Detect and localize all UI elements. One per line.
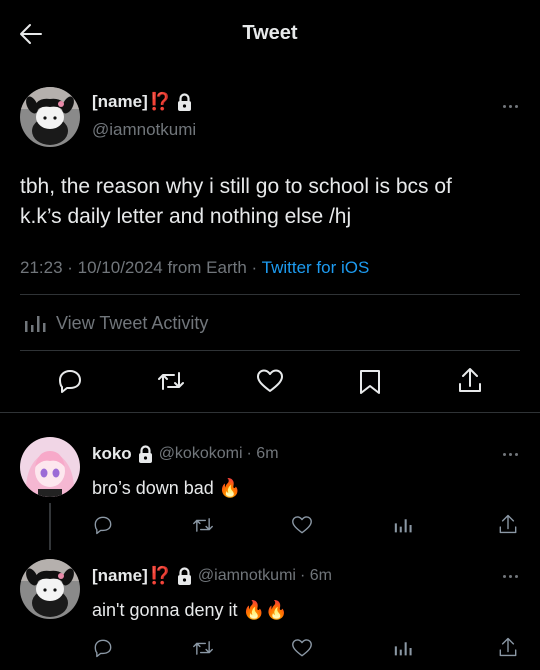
thread-line xyxy=(49,503,51,550)
avatar[interactable] xyxy=(20,87,80,147)
retweet-icon xyxy=(193,641,213,655)
reply-author-row: [name] ⁉️ @iamnotkumi · 6m xyxy=(92,566,332,586)
reply-author-row: koko @kokokomi · 6m xyxy=(92,444,279,464)
exclamation-question-emoji: ⁉️ xyxy=(149,92,171,111)
retweet-button[interactable] xyxy=(157,368,185,394)
exclamation-question-emoji: ⁉️ xyxy=(149,566,171,585)
reply-text: bro’s down bad 🔥 xyxy=(92,478,241,499)
reply-analytics-button[interactable] xyxy=(394,639,412,657)
reply-display-name[interactable]: [name] xyxy=(92,566,148,586)
reply-handle[interactable]: @iamnotkumi xyxy=(198,567,296,585)
reply-display-name[interactable]: koko xyxy=(92,444,132,464)
reply-share-button[interactable] xyxy=(498,636,518,658)
fire-emoji: 🔥🔥 xyxy=(242,600,288,620)
share-icon xyxy=(459,368,481,392)
reply-more-options-icon[interactable] xyxy=(503,575,518,578)
reply-reply-button[interactable] xyxy=(93,638,113,658)
reply-retweet-button[interactable] xyxy=(192,515,214,535)
reply-retweet-button[interactable] xyxy=(192,638,214,658)
heart-icon xyxy=(292,516,312,534)
retweet-icon xyxy=(158,372,184,390)
reply-icon xyxy=(59,370,81,393)
display-name[interactable]: [name] xyxy=(92,92,148,112)
divider xyxy=(20,294,520,295)
lock-icon xyxy=(177,93,191,111)
share-button[interactable] xyxy=(457,366,483,394)
meta-separator: · xyxy=(246,258,262,277)
divider xyxy=(0,412,540,413)
reply-reply-button[interactable] xyxy=(93,515,113,535)
view-tweet-activity[interactable]: View Tweet Activity xyxy=(24,312,208,334)
reply-text-body: bro’s down bad xyxy=(92,478,214,498)
reply-analytics-button[interactable] xyxy=(394,516,412,534)
page-title: Tweet xyxy=(242,22,298,44)
tweet-text: tbh, the reason why i still go to school… xyxy=(20,172,452,232)
reply-time: · 6m xyxy=(299,567,332,584)
bookmark-icon xyxy=(360,370,380,394)
share-icon xyxy=(499,514,517,534)
analytics-icon xyxy=(25,316,46,332)
fire-emoji: 🔥 xyxy=(218,478,242,498)
retweet-icon xyxy=(193,518,213,532)
timestamp[interactable]: 21:23 · 10/10/2024 from Earth xyxy=(20,258,247,277)
source-link[interactable]: Twitter for iOS xyxy=(262,258,370,277)
reply-share-button[interactable] xyxy=(498,513,518,535)
lock-icon xyxy=(138,445,152,463)
view-tweet-activity-label: View Tweet Activity xyxy=(56,312,209,333)
reply-icon xyxy=(94,516,112,535)
lock-icon xyxy=(177,567,191,585)
author-name-row: [name] ⁉️ xyxy=(92,92,192,112)
like-button[interactable] xyxy=(256,368,284,394)
reply-button[interactable] xyxy=(57,368,83,394)
analytics-icon xyxy=(394,642,412,656)
tweet-text-line-2: k.k’s daily letter and nothing else /hj xyxy=(20,205,352,228)
reply-handle[interactable]: @kokokomi xyxy=(159,445,243,463)
reply-time: · 6m xyxy=(246,445,279,462)
reply-text-body: ain't gonna deny it xyxy=(92,600,238,620)
reply-icon xyxy=(94,639,112,658)
bookmark-button[interactable] xyxy=(358,368,382,396)
reply-like-button[interactable] xyxy=(291,515,313,535)
heart-icon xyxy=(257,369,283,392)
analytics-icon xyxy=(394,519,412,533)
author-handle[interactable]: @iamnotkumi xyxy=(92,120,196,140)
more-options-icon[interactable] xyxy=(503,105,518,108)
reply-avatar[interactable] xyxy=(20,559,80,619)
tweet-meta: 21:23 · 10/10/2024 from Earth · Twitter … xyxy=(20,258,369,278)
heart-icon xyxy=(292,639,312,657)
share-icon xyxy=(499,637,517,657)
divider xyxy=(20,350,520,351)
reply-more-options-icon[interactable] xyxy=(503,453,518,456)
reply-like-button[interactable] xyxy=(291,638,313,658)
reply-avatar[interactable] xyxy=(20,437,80,497)
reply-text: ain't gonna deny it 🔥🔥 xyxy=(92,600,287,621)
tweet-text-line-1: tbh, the reason why i still go to school… xyxy=(20,175,452,198)
